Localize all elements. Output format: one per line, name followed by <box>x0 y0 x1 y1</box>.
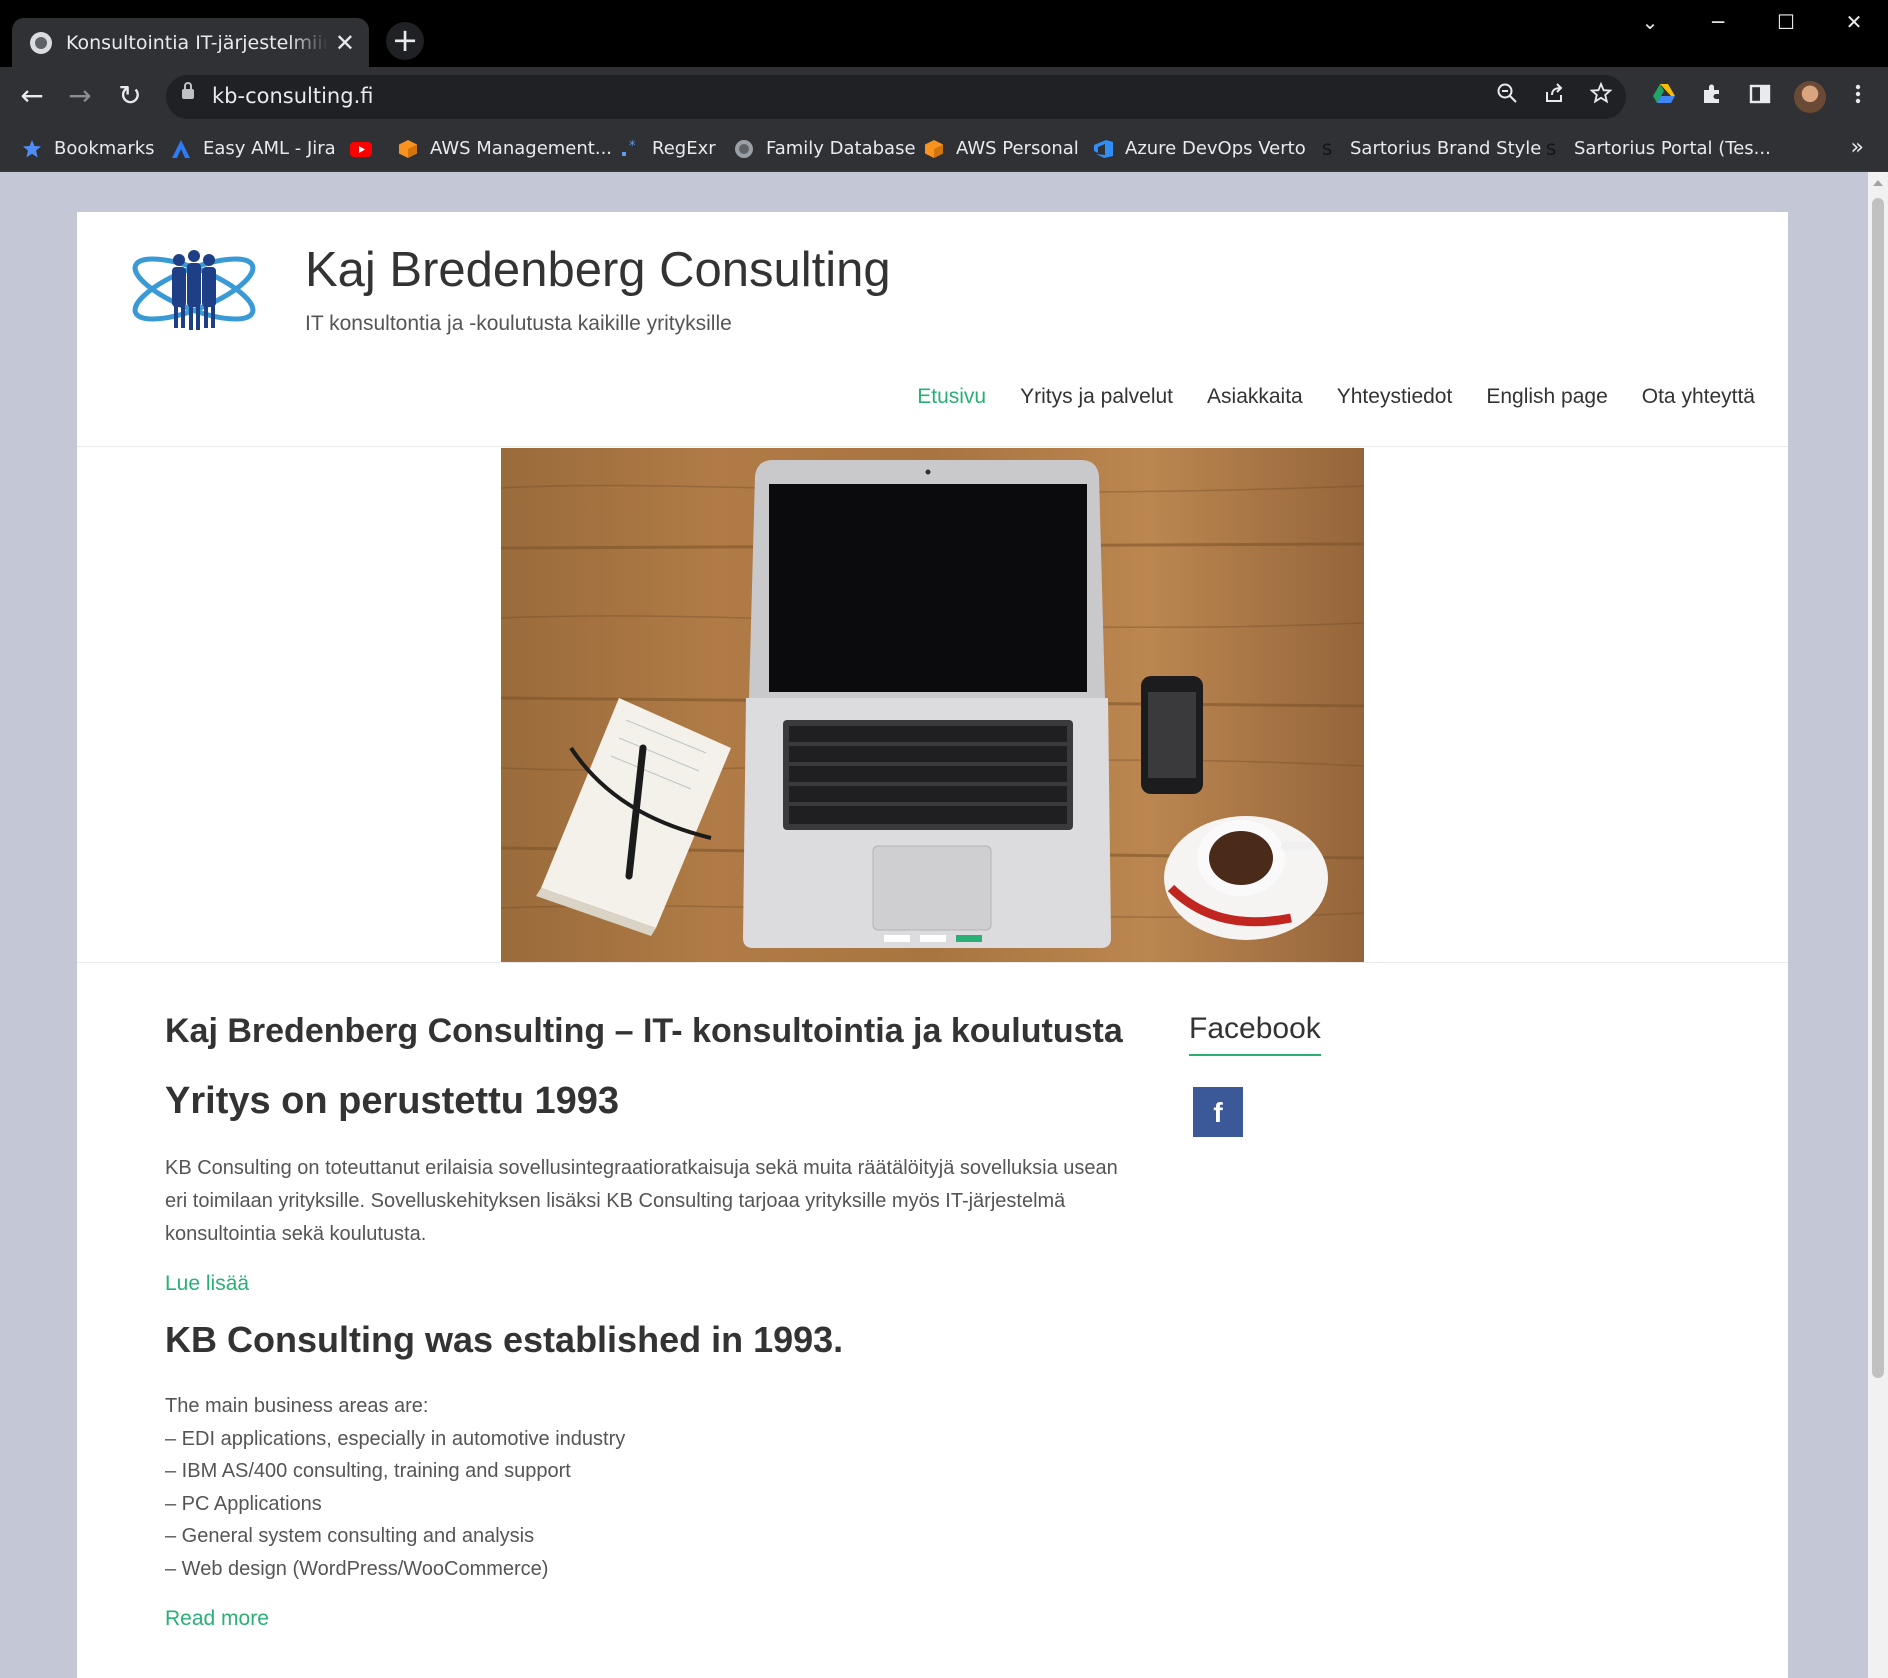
bookmark-azure-devops[interactable]: Azure DevOps Verto <box>1093 125 1306 172</box>
read-more-fi-link[interactable]: Lue lisää <box>165 1272 249 1296</box>
regexr-icon: * <box>620 139 640 159</box>
list-item: – General system consulting and analysis <box>165 1525 535 1548</box>
browser-tab[interactable]: Konsultointia IT-järjestelmiin sekä ✕ <box>12 18 369 67</box>
business-areas-list: The main business areas are: – EDI appli… <box>165 1390 625 1586</box>
page-viewport: Kaj Bredenberg Consulting IT konsultonti… <box>0 172 1868 1678</box>
slider-divider <box>77 962 1788 963</box>
hero-slider[interactable] <box>501 448 1364 962</box>
globe-icon <box>734 139 754 159</box>
bookmarks-bar: Bookmarks Easy AML - Jira AWS Management… <box>0 125 1888 172</box>
nav-ota-yhteytta[interactable]: Ota yhteyttä <box>1642 385 1755 409</box>
slider-dot-2[interactable] <box>919 935 946 942</box>
svg-text:*: * <box>629 139 636 154</box>
nav-yritys-ja-palvelut[interactable]: Yritys ja palvelut <box>1020 385 1173 409</box>
slider-pagination <box>501 935 1364 942</box>
nav-etusivu[interactable]: Etusivu <box>917 385 986 409</box>
svg-text:S: S <box>1546 140 1556 159</box>
slider-dot-1[interactable] <box>883 935 910 942</box>
list-item: – Web design (WordPress/WooCommerce) <box>165 1557 549 1580</box>
jira-icon <box>171 139 191 159</box>
browser-toolbar: ← → ↻ kb-consulting.fi <box>0 67 1888 125</box>
scroll-thumb[interactable] <box>1872 198 1884 1378</box>
site-container: Kaj Bredenberg Consulting IT konsultonti… <box>77 212 1788 1678</box>
share-icon[interactable] <box>1540 82 1570 112</box>
zoom-icon[interactable] <box>1492 82 1522 112</box>
nav-yhteystiedot[interactable]: Yhteystiedot <box>1337 385 1453 409</box>
bookmark-family-database[interactable]: Family Database <box>734 125 916 172</box>
bookmark-sartorius-brand-style[interactable]: S Sartorius Brand Style <box>1318 125 1541 172</box>
close-tab-icon[interactable]: ✕ <box>335 31 355 55</box>
list-item: – EDI applications, especially in automo… <box>165 1427 626 1450</box>
site-tagline: IT konsultontia ja -koulutusta kaikille … <box>305 312 732 335</box>
address-bar[interactable]: kb-consulting.fi <box>166 75 1626 119</box>
reload-icon[interactable]: ↻ <box>112 79 148 115</box>
side-panel-icon[interactable] <box>1742 79 1778 115</box>
site-title[interactable]: Kaj Bredenberg Consulting <box>305 242 891 298</box>
founded-heading: Yritys on perustettu 1993 <box>165 1080 620 1122</box>
intro-paragraph: KB Consulting on toteuttanut erilaisia s… <box>165 1157 1118 1245</box>
svg-text:S: S <box>1322 140 1332 159</box>
extensions-icon[interactable] <box>1694 79 1730 115</box>
bookmark-easy-aml-jira[interactable]: Easy AML - Jira <box>171 125 336 172</box>
facebook-icon[interactable]: f <box>1193 1087 1243 1137</box>
minimize-icon[interactable]: ─ <box>1684 0 1752 44</box>
maximize-icon[interactable]: ☐ <box>1752 0 1820 44</box>
header-divider <box>77 446 1788 447</box>
star-icon <box>22 139 42 159</box>
list-item: – PC Applications <box>165 1492 322 1515</box>
nav-english-page[interactable]: English page <box>1486 385 1607 409</box>
profile-avatar[interactable] <box>1794 81 1826 113</box>
azure-devops-icon <box>1093 139 1113 159</box>
list-item: – IBM AS/400 consulting, training and su… <box>165 1460 571 1483</box>
aws-cube-icon <box>398 139 418 159</box>
english-heading: KB Consulting was established in 1993. <box>165 1319 844 1360</box>
areas-intro: The main business areas are: <box>165 1395 429 1417</box>
browser-titlebar: Konsultointia IT-järjestelmiin sekä ✕ + … <box>0 0 1888 67</box>
facebook-widget-title: Facebook <box>1189 1012 1321 1056</box>
google-drive-icon[interactable] <box>1646 79 1682 115</box>
tab-search-icon[interactable]: ⌄ <box>1616 0 1684 44</box>
bookmark-aws-personal[interactable]: AWS Personal <box>924 125 1079 172</box>
nav-asiakkaita[interactable]: Asiakkaita <box>1207 385 1303 409</box>
main-navigation: Etusivu Yritys ja palvelut Asiakkaita Yh… <box>917 385 1755 409</box>
tab-title: Konsultointia IT-järjestelmiin sekä <box>66 31 328 54</box>
new-tab-button[interactable]: + <box>386 22 424 60</box>
menu-kebab-icon[interactable] <box>1840 79 1876 115</box>
lock-icon[interactable] <box>182 82 194 99</box>
aws-cube-icon <box>924 139 944 159</box>
globe-icon <box>30 31 52 54</box>
laptop-desk-photo <box>501 460 1364 948</box>
sartorius-icon: S <box>1318 139 1338 159</box>
slider-dot-3[interactable] <box>955 935 982 942</box>
bookmark-regexr[interactable]: * RegExr <box>620 125 716 172</box>
bookmark-aws-management[interactable]: AWS Management... <box>398 125 612 172</box>
bookmark-youtube[interactable] <box>350 125 382 172</box>
scroll-up-icon[interactable] <box>1873 180 1883 186</box>
bookmark-sartorius-portal[interactable]: S Sartorius Portal (Tes... <box>1542 125 1771 172</box>
url-text: kb-consulting.fi <box>212 84 374 108</box>
back-icon[interactable]: ← <box>14 79 50 115</box>
close-window-icon[interactable]: ✕ <box>1820 0 1888 44</box>
read-more-en-link[interactable]: Read more <box>165 1607 269 1631</box>
bookmark-star-icon[interactable] <box>1586 81 1616 112</box>
forward-icon[interactable]: → <box>62 79 98 115</box>
youtube-icon <box>350 139 372 159</box>
bookmarks-overflow-icon[interactable]: » <box>1851 135 1864 160</box>
page-scrollbar[interactable] <box>1868 172 1888 1678</box>
page-heading: Kaj Bredenberg Consulting – IT- konsulto… <box>165 1012 1123 1050</box>
sartorius-icon: S <box>1542 139 1562 159</box>
site-logo[interactable] <box>127 244 261 334</box>
bookmark-bookmarks[interactable]: Bookmarks <box>22 125 155 172</box>
